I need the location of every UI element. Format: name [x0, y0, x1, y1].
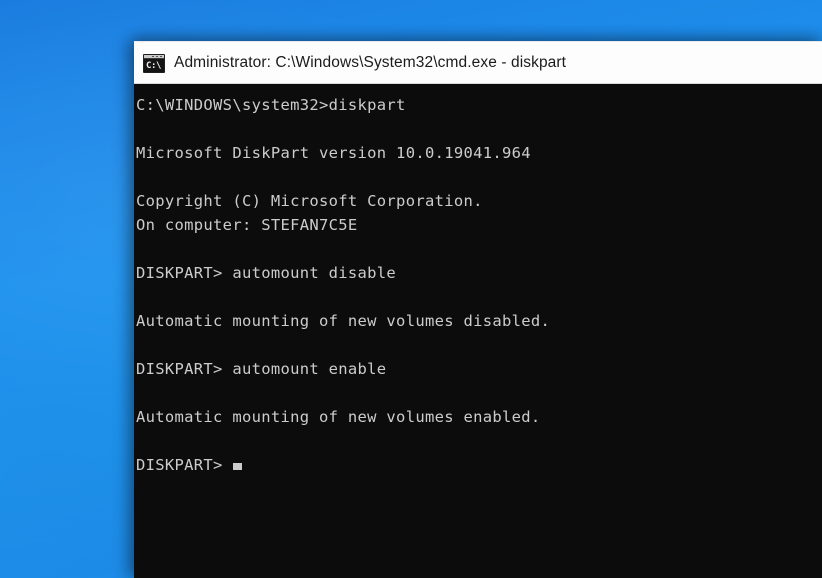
console-line: Automatic mounting of new volumes enable…	[136, 408, 541, 426]
window-title-bar[interactable]: C:\ Administrator: C:\Windows\System32\c…	[134, 41, 822, 84]
text-cursor	[233, 463, 243, 470]
console-line: On computer: STEFAN7C5E	[136, 216, 358, 234]
cmd-icon-titlebar-strip	[144, 54, 164, 59]
cmd-icon-prompt-glyph: C:\	[146, 60, 162, 71]
cmd-exe-icon: C:\	[143, 53, 165, 73]
console-line: Microsoft DiskPart version 10.0.19041.96…	[136, 144, 531, 162]
console-line: DISKPART>	[136, 453, 822, 477]
command-prompt-window[interactable]: C:\ Administrator: C:\Windows\System32\c…	[134, 41, 822, 578]
window-title-text: Administrator: C:\Windows\System32\cmd.e…	[174, 54, 567, 72]
console-screen[interactable]: C:\WINDOWS\system32>diskpart Microsoft D…	[134, 84, 822, 578]
console-line: Automatic mounting of new volumes disabl…	[136, 312, 551, 330]
console-line: C:\WINDOWS\system32>diskpart	[136, 96, 406, 114]
console-line: Copyright (C) Microsoft Corporation.	[136, 192, 483, 210]
console-output: C:\WINDOWS\system32>diskpart Microsoft D…	[136, 93, 822, 477]
console-line: DISKPART> automount disable	[136, 264, 397, 282]
console-line: DISKPART> automount enable	[136, 360, 387, 378]
